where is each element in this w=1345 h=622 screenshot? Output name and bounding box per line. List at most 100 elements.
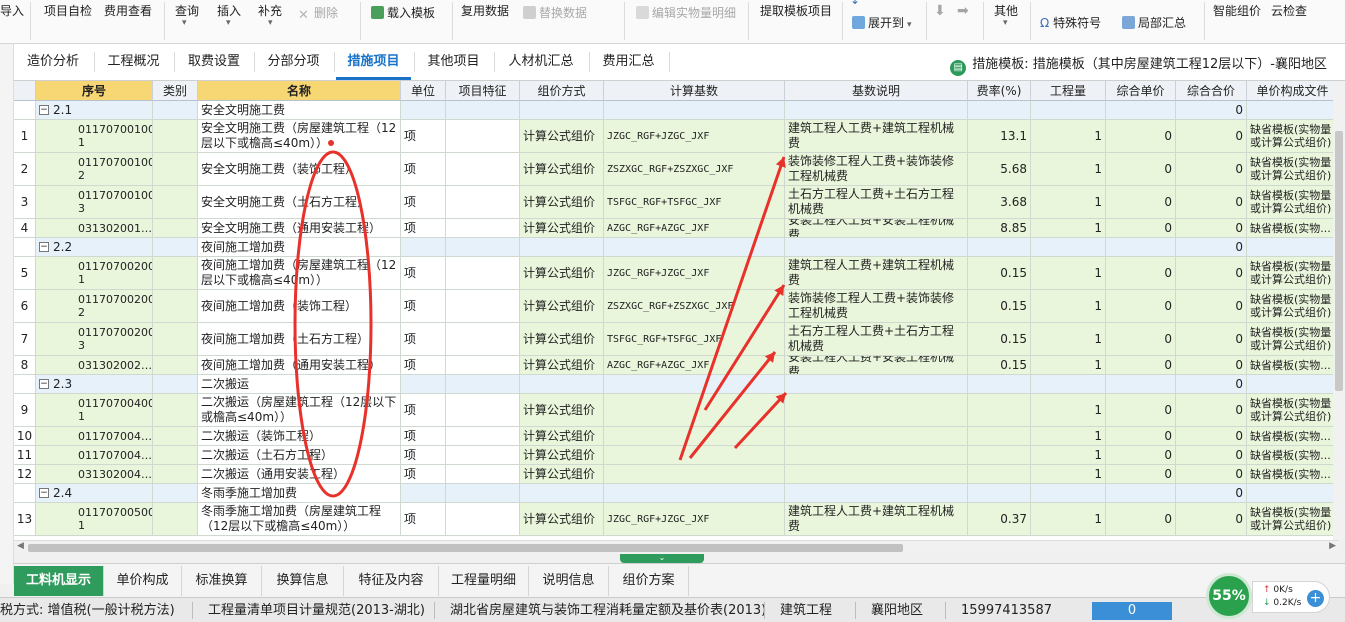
empty-cell[interactable] (520, 484, 604, 502)
total-cell[interactable]: 0 (1176, 503, 1247, 535)
empty-cell[interactable] (1106, 101, 1176, 119)
total-cell[interactable]: 0 (1176, 120, 1247, 152)
empty-cell[interactable] (520, 238, 604, 256)
empty-cell[interactable] (401, 375, 446, 393)
empty-cell[interactable] (520, 375, 604, 393)
tab-other-items[interactable]: 其他项目 (416, 44, 491, 80)
type-cell[interactable] (153, 427, 198, 445)
tab-cost-analysis[interactable]: 造价分析 (14, 44, 92, 80)
total-cell[interactable]: 0 (1176, 465, 1247, 483)
column-total-header[interactable]: 综合合价 (1176, 81, 1247, 101)
row-number-cell[interactable]: 2 (14, 153, 36, 185)
method-cell[interactable]: 计算公式组价 (520, 120, 604, 152)
unit-cell[interactable]: 项 (401, 120, 446, 152)
btab-standard-conversion[interactable]: 标准换算 (182, 566, 262, 596)
empty-cell[interactable] (1031, 375, 1106, 393)
file-cell[interactable]: 缺省模板(实物量或计算公式组价) (1247, 503, 1339, 535)
unit-cell[interactable]: 项 (401, 503, 446, 535)
table-group-row[interactable]: −2.4 冬雨季施工增加费 0 (14, 484, 1339, 503)
seq-cell[interactable]: 031302004… (36, 465, 153, 483)
base-cell[interactable]: AZGC_RGF+AZGC_JXF (604, 219, 785, 237)
rate-cell[interactable] (968, 427, 1031, 445)
rate-cell[interactable]: 0.37 (968, 503, 1031, 535)
feature-cell[interactable] (446, 446, 520, 464)
unit-cell[interactable]: 项 (401, 394, 446, 426)
btab-features-content[interactable]: 特征及内容 (344, 566, 439, 596)
row-number-cell[interactable]: 9 (14, 394, 36, 426)
left-collapsed-panel[interactable] (0, 44, 14, 584)
qty-cell[interactable]: 1 (1031, 153, 1106, 185)
empty-cell[interactable] (968, 484, 1031, 502)
name-cell[interactable]: 夜间施工增加费（房屋建筑工程（12层以下或檐高≤40m）） (198, 257, 401, 289)
name-cell[interactable]: 二次搬运（土石方工程） (198, 446, 401, 464)
type-cell[interactable] (153, 484, 198, 502)
vertical-scrollbar[interactable] (1333, 81, 1345, 540)
qty-cell[interactable]: 1 (1031, 323, 1106, 355)
column-qty-header[interactable]: 工程量 (1031, 81, 1106, 101)
method-cell[interactable]: 计算公式组价 (520, 503, 604, 535)
type-cell[interactable] (153, 323, 198, 355)
table-row[interactable]: 11 011707004… 二次搬运（土石方工程）项计算公式组价 1 0 0 缺省模板(实物… (14, 446, 1339, 465)
rate-cell[interactable] (968, 446, 1031, 464)
name-cell[interactable]: 二次搬运（通用安装工程） (198, 465, 401, 483)
table-row[interactable]: 6 01170700200 2 夜间施工增加费（装饰工程）项 计算公式组价 ZSZXGC… (14, 290, 1339, 323)
price-cell[interactable]: 0 (1106, 446, 1176, 464)
supplement-dropdown-icon[interactable]: ▾ (268, 15, 273, 31)
rate-cell[interactable] (968, 465, 1031, 483)
empty-cell[interactable] (401, 238, 446, 256)
seq-cell[interactable]: 01170700200 1 (36, 257, 153, 289)
file-cell[interactable]: 缺省模板(实物量或计算公式组价) (1247, 186, 1339, 218)
total-cell[interactable]: 0 (1176, 375, 1247, 393)
file-cell[interactable] (1247, 101, 1339, 119)
type-cell[interactable] (153, 356, 198, 374)
tab-fee-settings[interactable]: 取费设置 (176, 44, 252, 80)
method-cell[interactable]: 计算公式组价 (520, 356, 604, 374)
name-cell[interactable]: 安全文明施工费 (198, 101, 401, 119)
empty-cell[interactable] (604, 238, 785, 256)
empty-cell[interactable] (785, 375, 968, 393)
empty-cell[interactable] (401, 101, 446, 119)
seq-cell[interactable]: 031302001… (36, 219, 153, 237)
name-cell[interactable]: 安全文明施工费（房屋建筑工程（12层以下或檐高≤40m）） (198, 120, 401, 152)
empty-cell[interactable] (785, 238, 968, 256)
empty-cell[interactable] (446, 484, 520, 502)
price-cell[interactable]: 0 (1106, 323, 1176, 355)
unit-cell[interactable]: 项 (401, 257, 446, 289)
desc-cell[interactable]: 建筑工程人工费+建筑工程机械费 (785, 503, 968, 535)
rate-cell[interactable]: 0.15 (968, 323, 1031, 355)
feature-cell[interactable] (446, 153, 520, 185)
name-cell[interactable]: 二次搬运 (198, 375, 401, 393)
delete-button[interactable]: ✕ 删除 (298, 5, 338, 22)
price-cell[interactable]: 0 (1106, 503, 1176, 535)
row-number-cell[interactable] (14, 238, 36, 256)
name-cell[interactable]: 冬雨季施工增加费 (198, 484, 401, 502)
collapse-toggle-icon[interactable]: − (39, 488, 49, 498)
base-cell[interactable]: JZGC_RGF+JZGC_JXF (604, 257, 785, 289)
price-cell[interactable]: 0 (1106, 153, 1176, 185)
type-cell[interactable] (153, 219, 198, 237)
method-cell[interactable]: 计算公式组价 (520, 186, 604, 218)
vertical-scroll-thumb[interactable] (1335, 131, 1343, 391)
type-cell[interactable] (153, 503, 198, 535)
table-row[interactable]: 5 01170700200 1 夜间施工增加费（房屋建筑工程（12层以下或檐高≤40… (14, 257, 1339, 290)
unit-cell[interactable]: 项 (401, 219, 446, 237)
move-right-icon[interactable]: ➡ (957, 3, 969, 19)
column-unit-header[interactable]: 单位 (401, 81, 446, 101)
empty-cell[interactable] (968, 101, 1031, 119)
btab-unit-price-composition[interactable]: 单价构成 (104, 566, 182, 596)
base-cell[interactable] (604, 446, 785, 464)
empty-cell[interactable] (1031, 101, 1106, 119)
row-number-cell[interactable]: 12 (14, 465, 36, 483)
other-dropdown-icon[interactable]: ▾ (1003, 15, 1008, 31)
seq-cell[interactable]: 01170700100 3 (36, 186, 153, 218)
feature-cell[interactable] (446, 257, 520, 289)
column-desc-header[interactable]: 基数说明 (785, 81, 968, 101)
rate-cell[interactable]: 0.15 (968, 290, 1031, 322)
feature-cell[interactable] (446, 427, 520, 445)
desc-cell[interactable]: 建筑工程人工费+建筑工程机械费 (785, 257, 968, 289)
row-number-cell[interactable]: 4 (14, 219, 36, 237)
price-cell[interactable]: 0 (1106, 219, 1176, 237)
qty-cell[interactable]: 1 (1031, 503, 1106, 535)
seq-cell[interactable]: −2.4 (36, 484, 153, 502)
base-cell[interactable]: TSFGC_RGF+TSFGC_JXF (604, 323, 785, 355)
